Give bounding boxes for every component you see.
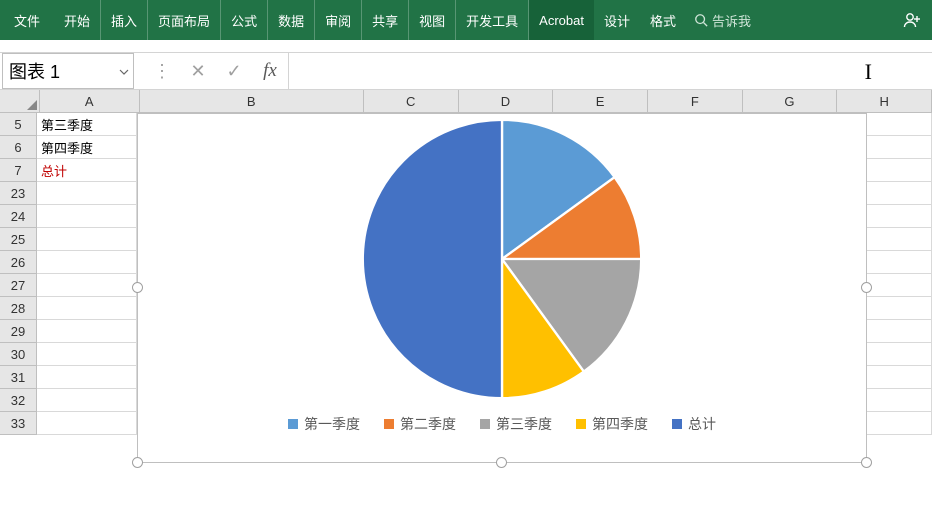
cell[interactable] [37, 412, 137, 435]
resize-handle[interactable] [132, 457, 143, 468]
ribbon: 文件 开始 插入 页面布局 公式 数据 审阅 共享 视图 开发工具 Acroba… [0, 0, 932, 40]
formula-buttons: ⋮ ✕ ✓ fx [144, 53, 288, 90]
tab-review[interactable]: 审阅 [315, 0, 362, 40]
tab-insert[interactable]: 插入 [101, 0, 148, 40]
tell-me[interactable]: 告诉我 [686, 11, 759, 30]
cell-a7[interactable]: 总计 [37, 159, 137, 182]
tab-share[interactable]: 共享 [362, 0, 409, 40]
cell[interactable] [37, 182, 137, 205]
select-all-corner[interactable] [0, 90, 40, 113]
tab-formulas[interactable]: 公式 [221, 0, 268, 40]
tab-page-layout[interactable]: 页面布局 [148, 0, 221, 40]
legend-swatch [288, 419, 298, 429]
col-header-a[interactable]: A [40, 90, 140, 113]
tab-view[interactable]: 视图 [409, 0, 456, 40]
cell[interactable] [37, 343, 137, 366]
legend-label: 第一季度 [304, 414, 360, 434]
tab-file[interactable]: 文件 [0, 0, 54, 40]
cell-a6[interactable]: 第四季度 [37, 136, 137, 159]
confirm-button[interactable]: ✓ [216, 53, 252, 89]
legend-label: 第二季度 [400, 414, 456, 434]
chevron-down-icon[interactable] [119, 61, 129, 82]
cell[interactable] [37, 205, 137, 228]
legend-swatch [672, 419, 682, 429]
row-header[interactable]: 5 [0, 113, 37, 136]
spreadsheet-grid: A B C D E F G H 5 6 7 23 24 25 26 27 28 … [0, 90, 932, 532]
more-menu-icon[interactable]: ⋮ [144, 53, 180, 89]
legend-item: 第二季度 [384, 414, 456, 434]
resize-handle[interactable] [861, 282, 872, 293]
legend-label: 第三季度 [496, 414, 552, 434]
name-box[interactable]: 图表 1 [2, 53, 134, 89]
share-button[interactable] [892, 10, 932, 30]
row-header[interactable]: 6 [0, 136, 37, 159]
chart-object[interactable]: 第一季度 第二季度 第三季度 第四季度 总计 [137, 113, 867, 463]
legend-swatch [384, 419, 394, 429]
cell[interactable] [37, 274, 137, 297]
cell[interactable] [37, 320, 137, 343]
formula-input[interactable]: I [288, 53, 932, 89]
row-header[interactable]: 32 [0, 389, 37, 412]
col-header-g[interactable]: G [743, 90, 838, 113]
cell[interactable] [37, 389, 137, 412]
cell[interactable] [37, 366, 137, 389]
name-box-value: 图表 1 [9, 58, 60, 84]
tell-me-label: 告诉我 [712, 11, 751, 30]
formula-bar-row: 图表 1 ⋮ ✕ ✓ fx I [0, 52, 932, 90]
legend-label: 第四季度 [592, 414, 648, 434]
pie-svg [138, 114, 866, 404]
text-cursor-icon: I [865, 59, 872, 85]
cell[interactable] [37, 297, 137, 320]
cell-a5[interactable]: 第三季度 [37, 113, 137, 136]
legend-label: 总计 [688, 414, 716, 434]
ribbon-spacer [0, 40, 932, 52]
chart-legend: 第一季度 第二季度 第三季度 第四季度 总计 [138, 404, 866, 444]
cancel-button[interactable]: ✕ [180, 53, 216, 89]
cell[interactable] [37, 228, 137, 251]
col-header-d[interactable]: D [459, 90, 554, 113]
row-header[interactable]: 27 [0, 274, 37, 297]
resize-handle[interactable] [496, 457, 507, 468]
tab-home[interactable]: 开始 [54, 0, 101, 40]
fx-button[interactable]: fx [252, 53, 288, 89]
row-header[interactable]: 23 [0, 182, 37, 205]
tab-design[interactable]: 设计 [594, 0, 640, 40]
row-header[interactable]: 7 [0, 159, 37, 182]
cell[interactable] [37, 251, 137, 274]
column-headers: A B C D E F G H [0, 90, 932, 113]
tab-developer[interactable]: 开发工具 [456, 0, 529, 40]
legend-item: 第一季度 [288, 414, 360, 434]
person-plus-icon [902, 10, 922, 30]
resize-handle[interactable] [861, 457, 872, 468]
legend-swatch [480, 419, 490, 429]
row-header[interactable]: 26 [0, 251, 37, 274]
row-header[interactable]: 28 [0, 297, 37, 320]
row-header[interactable]: 24 [0, 205, 37, 228]
col-header-h[interactable]: H [837, 90, 932, 113]
row-header[interactable]: 25 [0, 228, 37, 251]
row-header[interactable]: 30 [0, 343, 37, 366]
legend-swatch [576, 419, 586, 429]
col-header-c[interactable]: C [364, 90, 459, 113]
tab-data[interactable]: 数据 [268, 0, 315, 40]
col-header-e[interactable]: E [553, 90, 648, 113]
row-headers: 5 6 7 23 24 25 26 27 28 29 30 31 32 33 [0, 113, 37, 435]
legend-item: 总计 [672, 414, 716, 434]
row-header[interactable]: 29 [0, 320, 37, 343]
col-header-b[interactable]: B [140, 90, 364, 113]
legend-item: 第四季度 [576, 414, 648, 434]
search-icon [694, 13, 708, 27]
tab-acrobat[interactable]: Acrobat [529, 0, 594, 40]
resize-handle[interactable] [132, 282, 143, 293]
tab-format[interactable]: 格式 [640, 0, 686, 40]
legend-item: 第三季度 [480, 414, 552, 434]
pie-chart [138, 114, 866, 404]
row-header[interactable]: 31 [0, 366, 37, 389]
row-header[interactable]: 33 [0, 412, 37, 435]
col-header-f[interactable]: F [648, 90, 743, 113]
